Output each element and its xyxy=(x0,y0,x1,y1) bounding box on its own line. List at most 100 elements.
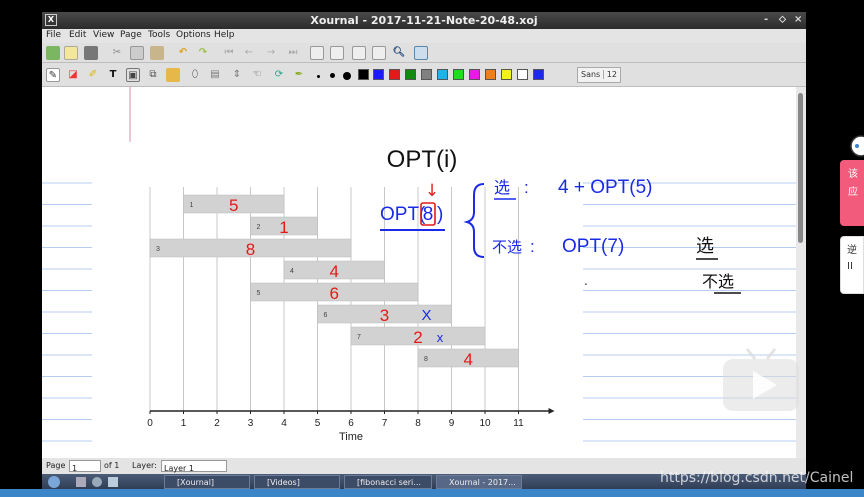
next-page-icon[interactable]: → xyxy=(264,46,278,60)
prev-page-icon[interactable]: ← xyxy=(242,46,256,60)
paste-icon[interactable] xyxy=(150,46,164,60)
interval-value: 8 xyxy=(246,240,255,259)
note-page: OPT(i) 0 1 2 3 4 5 6 7 8 9 10 11 Time 1 5 2 1 3 8 4 4 5 6 6 3 X 7 2… xyxy=(42,87,796,443)
close-button[interactable]: × xyxy=(794,14,802,25)
play-button-icon[interactable] xyxy=(721,345,801,413)
shape-recognizer-icon[interactable]: ⧉ xyxy=(146,68,160,82)
undo-icon[interactable]: ↶ xyxy=(176,46,190,60)
side-info-widget[interactable]: 逆 II xyxy=(840,236,864,294)
zoom-out-icon[interactable] xyxy=(310,46,324,60)
vertical-space-icon[interactable]: ⇕ xyxy=(230,68,244,82)
font-size: 12 xyxy=(602,70,617,79)
task-xournal[interactable]: [Xournal] xyxy=(164,475,250,489)
color-swatch-11[interactable] xyxy=(533,69,544,80)
menu-file[interactable]: File xyxy=(46,30,61,40)
image-icon[interactable]: ▣ xyxy=(126,68,140,82)
color-swatch-7[interactable] xyxy=(469,69,480,80)
color-black-swatch[interactable] xyxy=(358,69,369,80)
interval-index: 6 xyxy=(324,312,328,319)
color-swatch-9[interactable] xyxy=(501,69,512,80)
page-number-input[interactable]: 1 xyxy=(69,460,101,473)
colon-2: : xyxy=(530,237,535,256)
page-number-value: 1 xyxy=(72,464,78,473)
highlighter-icon[interactable]: ✐ xyxy=(86,68,100,82)
task-fibonacci[interactable]: [fibonacci seri... xyxy=(344,475,432,489)
menu-page[interactable]: Page xyxy=(120,30,142,40)
zoom-in-icon[interactable] xyxy=(372,46,386,60)
x-tick-label: 2 xyxy=(214,418,220,429)
scrollbar-thumb[interactable] xyxy=(798,93,803,243)
x-tick-label: 1 xyxy=(181,418,187,429)
layer-select[interactable]: Layer 1 xyxy=(161,460,227,473)
last-page-icon[interactable]: ⏭ xyxy=(286,46,300,60)
menu-options[interactable]: Options xyxy=(176,30,211,40)
color-swatch-6[interactable] xyxy=(453,69,464,80)
opt-close-paren: ) xyxy=(437,204,443,225)
redo-icon[interactable]: ↷ xyxy=(196,46,210,60)
side-promo-widget[interactable]: 该应 xyxy=(840,160,864,226)
interval-value: 1 xyxy=(279,218,288,237)
text-icon[interactable]: T xyxy=(106,68,120,82)
thickness-fine-icon[interactable] xyxy=(317,75,320,78)
color-swatch-3[interactable] xyxy=(405,69,416,80)
start-menu-icon[interactable] xyxy=(48,476,60,488)
task-xournal-active[interactable]: Xournal - 2017... xyxy=(436,475,522,489)
task-videos[interactable]: [Videos] xyxy=(254,475,340,489)
ruler-icon[interactable] xyxy=(166,68,180,82)
x-tick-label: 0 xyxy=(147,418,153,429)
open-icon[interactable] xyxy=(84,46,98,60)
select-rectangle-icon[interactable]: ▤ xyxy=(208,68,222,82)
show-desktop-icon[interactable] xyxy=(76,477,86,487)
minimize-button[interactable]: - xyxy=(764,14,768,25)
first-page-icon[interactable]: ⏮ xyxy=(222,46,236,60)
x-tick-label: 11 xyxy=(513,418,524,429)
interval-value: 5 xyxy=(229,196,238,215)
color-swatch-1[interactable] xyxy=(373,69,384,80)
maximize-button[interactable]: ⬦ xyxy=(779,14,786,25)
page-count: of 1 xyxy=(104,461,120,470)
menu-view[interactable]: View xyxy=(93,30,114,40)
branch-skip-expr: OPT(7) xyxy=(562,236,624,257)
search-icon[interactable]: 🔍︎ xyxy=(392,46,406,60)
eraser-icon[interactable]: ◪ xyxy=(66,68,80,82)
thickness-thick-icon[interactable] xyxy=(343,72,351,80)
zoom-100-icon[interactable] xyxy=(352,46,366,60)
opt-call: OPT( xyxy=(380,204,426,225)
fullscreen-icon[interactable] xyxy=(414,46,428,60)
right-word-select: 选 xyxy=(696,236,714,257)
font-button[interactable]: Sans 12 xyxy=(577,67,621,83)
menu-tools[interactable]: Tools xyxy=(148,30,170,40)
zoom-fit-icon[interactable] xyxy=(330,46,344,60)
x-axis-label: Time xyxy=(339,431,363,443)
color-swatch-2[interactable] xyxy=(389,69,400,80)
stray-dot: . xyxy=(584,274,588,288)
branch-skip-label: 不选 xyxy=(492,238,522,256)
note-canvas[interactable]: OPT(i) 0 1 2 3 4 5 6 7 8 9 10 11 Time 1 5 2 1 3 8 4 4 5 6 6 3 X 7 2… xyxy=(42,87,806,458)
default-tool-icon[interactable]: ⟳ xyxy=(272,68,286,82)
select-region-icon[interactable]: ⬯ xyxy=(188,68,202,82)
thickness-medium-icon[interactable] xyxy=(330,73,335,78)
files-launcher-icon[interactable] xyxy=(108,477,118,487)
pen-icon[interactable]: ✎ xyxy=(46,68,60,82)
color-swatch-4[interactable] xyxy=(421,69,432,80)
x-tick-label: 3 xyxy=(248,418,254,429)
interval-value: 2 xyxy=(413,328,422,347)
right-word-skip: 不选 xyxy=(702,272,734,291)
browser-launcher-icon[interactable] xyxy=(92,477,102,487)
color-swatch-10[interactable] xyxy=(517,69,528,80)
copy-icon[interactable] xyxy=(130,46,144,60)
color-swatch-8[interactable] xyxy=(485,69,496,80)
interval-chart: 0 1 2 3 4 5 6 7 8 9 10 11Time1 52 13 84 45 66 3 X7 2 x8 4 xyxy=(138,183,568,443)
default-pen-icon[interactable]: ✒ xyxy=(292,68,306,82)
new-icon[interactable] xyxy=(64,46,78,60)
cut-icon[interactable]: ✂ xyxy=(110,46,124,60)
color-swatch-5[interactable] xyxy=(437,69,448,80)
interval-index: 1 xyxy=(190,202,194,209)
menu-edit[interactable]: Edit xyxy=(69,30,86,40)
hand-icon[interactable]: ☜ xyxy=(250,68,264,82)
heading-opt-i: OPT(i) xyxy=(387,146,458,173)
save-icon[interactable] xyxy=(46,46,60,60)
menu-help[interactable]: Help xyxy=(214,30,235,40)
colon-1: : xyxy=(524,178,529,197)
layer-label: Layer: xyxy=(132,461,157,470)
